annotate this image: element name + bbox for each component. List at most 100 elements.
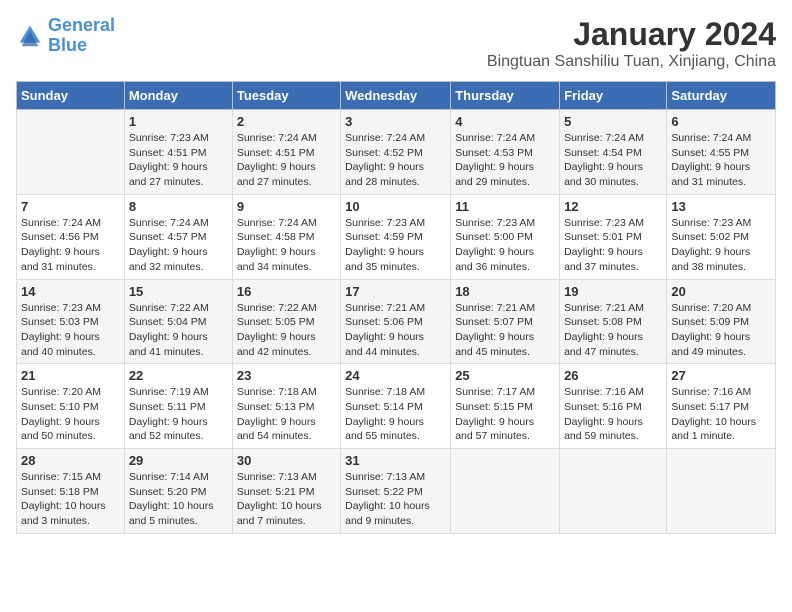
day-number: 20 [671, 284, 771, 299]
cell-content: and 40 minutes. [21, 345, 120, 360]
cell-content: and 47 minutes. [564, 345, 662, 360]
cell-content: and 34 minutes. [237, 260, 336, 275]
cell-content: and 44 minutes. [345, 345, 446, 360]
day-number: 7 [21, 199, 120, 214]
page-header: General Blue January 2024 Bingtuan Sansh… [16, 16, 776, 71]
day-number: 31 [345, 453, 446, 468]
calendar-title: January 2024 [487, 16, 776, 53]
day-number: 26 [564, 368, 662, 383]
cell-content: and 49 minutes. [671, 345, 771, 360]
day-number: 14 [21, 284, 120, 299]
title-block: January 2024 Bingtuan Sanshiliu Tuan, Xi… [487, 16, 776, 71]
cell-content: Sunrise: 7:24 AM [345, 131, 446, 146]
calendar-cell: 28Sunrise: 7:15 AMSunset: 5:18 PMDayligh… [17, 449, 125, 534]
cell-content: Daylight: 9 hours [455, 415, 555, 430]
cell-content: Sunrise: 7:16 AM [564, 385, 662, 400]
cell-content: Sunrise: 7:21 AM [345, 301, 446, 316]
calendar-week-row: 1Sunrise: 7:23 AMSunset: 4:51 PMDaylight… [17, 110, 776, 195]
cell-content: Daylight: 10 hours [671, 415, 771, 430]
day-number: 28 [21, 453, 120, 468]
cell-content: Sunset: 5:11 PM [129, 400, 228, 415]
cell-content: Sunrise: 7:17 AM [455, 385, 555, 400]
calendar-cell: 19Sunrise: 7:21 AMSunset: 5:08 PMDayligh… [560, 279, 667, 364]
cell-content: and 1 minute. [671, 429, 771, 444]
cell-content: Sunset: 5:15 PM [455, 400, 555, 415]
cell-content: and 31 minutes. [21, 260, 120, 275]
day-number: 23 [237, 368, 336, 383]
logo-blue: Blue [48, 35, 87, 55]
cell-content: Sunrise: 7:21 AM [564, 301, 662, 316]
cell-content: and 35 minutes. [345, 260, 446, 275]
cell-content: and 28 minutes. [345, 175, 446, 190]
cell-content: Daylight: 9 hours [671, 330, 771, 345]
cell-content: Sunrise: 7:18 AM [345, 385, 446, 400]
calendar-cell: 16Sunrise: 7:22 AMSunset: 5:05 PMDayligh… [232, 279, 340, 364]
calendar-cell: 7Sunrise: 7:24 AMSunset: 4:56 PMDaylight… [17, 194, 125, 279]
cell-content: Daylight: 9 hours [564, 245, 662, 260]
cell-content: and 41 minutes. [129, 345, 228, 360]
day-number: 1 [129, 114, 228, 129]
calendar-cell: 8Sunrise: 7:24 AMSunset: 4:57 PMDaylight… [124, 194, 232, 279]
cell-content: Sunset: 5:07 PM [455, 315, 555, 330]
cell-content: and 57 minutes. [455, 429, 555, 444]
calendar-cell: 18Sunrise: 7:21 AMSunset: 5:07 PMDayligh… [451, 279, 560, 364]
logo-general: General [48, 15, 115, 35]
cell-content: Daylight: 9 hours [129, 415, 228, 430]
calendar-cell: 20Sunrise: 7:20 AMSunset: 5:09 PMDayligh… [667, 279, 776, 364]
calendar-subtitle: Bingtuan Sanshiliu Tuan, Xinjiang, China [487, 53, 776, 71]
cell-content: Sunrise: 7:14 AM [129, 470, 228, 485]
cell-content: Sunset: 4:54 PM [564, 146, 662, 161]
cell-content: and 36 minutes. [455, 260, 555, 275]
cell-content: Sunrise: 7:15 AM [21, 470, 120, 485]
cell-content: Sunset: 4:51 PM [129, 146, 228, 161]
cell-content: Daylight: 10 hours [345, 499, 446, 514]
day-number: 18 [455, 284, 555, 299]
cell-content: and 54 minutes. [237, 429, 336, 444]
cell-content: Sunset: 5:13 PM [237, 400, 336, 415]
cell-content: Sunrise: 7:23 AM [455, 216, 555, 231]
cell-content: Sunrise: 7:13 AM [237, 470, 336, 485]
cell-content: and 27 minutes. [129, 175, 228, 190]
cell-content: Daylight: 9 hours [671, 160, 771, 175]
calendar-week-row: 21Sunrise: 7:20 AMSunset: 5:10 PMDayligh… [17, 364, 776, 449]
cell-content: Daylight: 10 hours [237, 499, 336, 514]
logo-text: General Blue [48, 16, 115, 56]
calendar-cell: 24Sunrise: 7:18 AMSunset: 5:14 PMDayligh… [341, 364, 451, 449]
cell-content: Sunset: 5:04 PM [129, 315, 228, 330]
day-number: 10 [345, 199, 446, 214]
header-friday: Friday [560, 82, 667, 110]
calendar-cell: 23Sunrise: 7:18 AMSunset: 5:13 PMDayligh… [232, 364, 340, 449]
cell-content: Daylight: 9 hours [21, 245, 120, 260]
calendar-week-row: 7Sunrise: 7:24 AMSunset: 4:56 PMDaylight… [17, 194, 776, 279]
calendar-cell: 2Sunrise: 7:24 AMSunset: 4:51 PMDaylight… [232, 110, 340, 195]
cell-content: Daylight: 9 hours [455, 330, 555, 345]
cell-content: Daylight: 9 hours [237, 160, 336, 175]
calendar-cell: 14Sunrise: 7:23 AMSunset: 5:03 PMDayligh… [17, 279, 125, 364]
day-number: 30 [237, 453, 336, 468]
day-number: 5 [564, 114, 662, 129]
cell-content: Daylight: 9 hours [237, 245, 336, 260]
calendar-cell: 11Sunrise: 7:23 AMSunset: 5:00 PMDayligh… [451, 194, 560, 279]
calendar-cell: 10Sunrise: 7:23 AMSunset: 4:59 PMDayligh… [341, 194, 451, 279]
cell-content: and 42 minutes. [237, 345, 336, 360]
cell-content: and 9 minutes. [345, 514, 446, 529]
cell-content: Sunrise: 7:24 AM [564, 131, 662, 146]
cell-content: Sunrise: 7:20 AM [21, 385, 120, 400]
calendar-cell: 13Sunrise: 7:23 AMSunset: 5:02 PMDayligh… [667, 194, 776, 279]
cell-content: Daylight: 9 hours [129, 160, 228, 175]
calendar-cell: 21Sunrise: 7:20 AMSunset: 5:10 PMDayligh… [17, 364, 125, 449]
day-number: 9 [237, 199, 336, 214]
cell-content: and 27 minutes. [237, 175, 336, 190]
calendar-cell: 31Sunrise: 7:13 AMSunset: 5:22 PMDayligh… [341, 449, 451, 534]
cell-content: Sunrise: 7:24 AM [129, 216, 228, 231]
calendar-cell: 26Sunrise: 7:16 AMSunset: 5:16 PMDayligh… [560, 364, 667, 449]
cell-content: Sunrise: 7:20 AM [671, 301, 771, 316]
cell-content: Sunrise: 7:23 AM [564, 216, 662, 231]
day-number: 16 [237, 284, 336, 299]
calendar-cell: 30Sunrise: 7:13 AMSunset: 5:21 PMDayligh… [232, 449, 340, 534]
day-number: 2 [237, 114, 336, 129]
cell-content: Sunrise: 7:24 AM [21, 216, 120, 231]
cell-content: Sunset: 4:58 PM [237, 230, 336, 245]
cell-content: Sunset: 5:03 PM [21, 315, 120, 330]
day-number: 19 [564, 284, 662, 299]
